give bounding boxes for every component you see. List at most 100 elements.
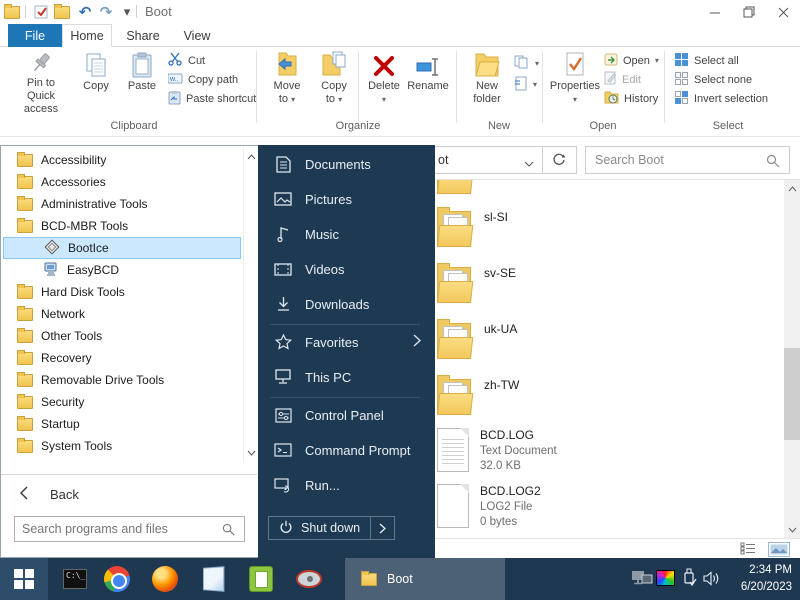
move-to-button[interactable]: Move to ▾ — [264, 50, 310, 116]
restore-button[interactable] — [732, 0, 766, 24]
programs-scrollbar[interactable] — [243, 148, 257, 461]
search-input[interactable] — [595, 151, 755, 169]
paste-shortcut-icon — [168, 90, 181, 108]
redo-icon[interactable]: ↷ — [97, 3, 115, 21]
file-item[interactable]: BCD.LOG Text Document 32.0 KB — [437, 428, 557, 472]
start-program-network[interactable]: Network — [3, 303, 241, 325]
address-dropdown-icon[interactable] — [524, 155, 534, 173]
properties-button[interactable]: Properties ▾ — [548, 50, 602, 116]
search-icon[interactable] — [766, 154, 780, 173]
start-place-run[interactable]: Run... — [258, 468, 435, 502]
qat-customize-icon[interactable]: ▾ — [118, 3, 136, 21]
copy-button[interactable]: Copy — [74, 50, 118, 116]
cut-button[interactable]: Cut — [168, 52, 205, 69]
tray-usb-eject-icon[interactable] — [682, 568, 697, 593]
qat-properties-icon[interactable] — [32, 3, 50, 21]
start-place-documents[interactable]: Documents — [258, 147, 435, 181]
start-place-downloads[interactable]: Downloads — [258, 287, 435, 321]
shutdown-options-chevron-icon[interactable] — [370, 517, 394, 539]
start-program-other-tools[interactable]: Other Tools — [3, 325, 241, 347]
rename-button[interactable]: Rename — [404, 50, 452, 116]
start-place-control-panel[interactable]: Control Panel — [258, 398, 435, 432]
explorer-window-icon[interactable] — [3, 3, 21, 21]
scroll-down-icon[interactable] — [784, 521, 800, 538]
tab-home[interactable]: Home — [62, 24, 112, 47]
select-none-button[interactable]: Select none — [674, 71, 752, 88]
shutdown-button[interactable]: Shut down — [268, 516, 396, 540]
start-program-administrative-tools[interactable]: Administrative Tools — [3, 193, 241, 215]
file-item[interactable]: uk-UA — [437, 317, 517, 365]
dropdown-icon: ▾ — [381, 95, 386, 104]
start-program-startup[interactable]: Startup — [3, 413, 241, 435]
folder-icon — [437, 180, 474, 200]
copy-path-button[interactable]: w.. Copy path — [167, 71, 238, 88]
tray-volume-icon[interactable] — [703, 571, 721, 591]
new-folder-button[interactable]: New folder — [462, 50, 512, 116]
file-item-partial[interactable] — [437, 180, 474, 200]
tab-file[interactable]: File — [8, 24, 62, 47]
start-program-accessories[interactable]: Accessories — [3, 171, 241, 193]
taskbar-firefox-icon[interactable] — [151, 565, 179, 593]
start-place-command-prompt[interactable]: Command Prompt — [258, 433, 435, 467]
tray-display-color-icon[interactable] — [656, 570, 675, 586]
taskbar-command-prompt-icon[interactable]: C:\_ — [61, 565, 89, 593]
file-item[interactable]: sl-SI — [437, 205, 508, 253]
start-place-pictures[interactable]: Pictures — [258, 182, 435, 216]
file-list-scrollbar[interactable] — [784, 180, 800, 538]
tray-network-icon[interactable] — [631, 570, 653, 592]
start-place-this-pc[interactable]: This PC — [258, 360, 435, 394]
close-button[interactable] — [766, 0, 800, 24]
taskbar-active-window-boot[interactable]: Boot — [345, 558, 505, 600]
start-program-recovery[interactable]: Recovery — [3, 347, 241, 369]
shutdown-label: Shut down — [301, 521, 361, 535]
paste-button[interactable]: Paste — [120, 50, 164, 116]
search-icon[interactable] — [222, 523, 235, 541]
scroll-down-icon[interactable] — [244, 444, 258, 461]
taskbar-notepad-icon[interactable] — [199, 565, 227, 593]
taskbar-notepad-plus-plus-icon[interactable] — [247, 565, 275, 593]
start-program-removable-drive-tools[interactable]: Removable Drive Tools — [3, 369, 241, 391]
invert-selection-button[interactable]: Invert selection — [674, 90, 768, 107]
tab-share[interactable]: Share — [116, 24, 170, 47]
start-program-system-tools[interactable]: System Tools — [3, 435, 241, 457]
start-button[interactable] — [0, 558, 48, 600]
select-all-button[interactable]: Select all — [674, 52, 739, 69]
paste-shortcut-button[interactable]: Paste shortcut — [168, 90, 256, 107]
taskbar-disk-partition-tool-icon[interactable] — [295, 565, 323, 593]
easy-access-button[interactable]: ▾ — [514, 76, 537, 93]
open-button[interactable]: Open ▾ — [604, 52, 659, 69]
edit-button[interactable]: Edit — [604, 71, 641, 88]
scroll-up-icon[interactable] — [244, 148, 258, 165]
tab-view[interactable]: View — [172, 24, 222, 47]
delete-button[interactable]: Delete ▾ — [362, 50, 406, 116]
pin-to-quick-access-button[interactable]: Pin to Quick access — [12, 50, 70, 116]
start-program-bcd-mbr-tools[interactable]: BCD-MBR Tools — [3, 215, 241, 237]
start-program-bootice-selected[interactable]: BootIce — [3, 237, 241, 259]
file-item[interactable]: sv-SE — [437, 261, 516, 309]
history-button[interactable]: History — [604, 90, 658, 107]
file-item[interactable]: zh-TW — [437, 373, 519, 421]
start-place-music[interactable]: Music — [258, 217, 435, 251]
start-program-hard-disk-tools[interactable]: Hard Disk Tools — [3, 281, 241, 303]
taskbar-chrome-icon[interactable] — [103, 565, 131, 593]
minimize-button[interactable] — [698, 0, 732, 24]
refresh-button[interactable] — [542, 146, 577, 174]
new-item-button[interactable]: ▾ — [514, 55, 539, 72]
group-label-new: New — [487, 120, 510, 132]
copy-to-button[interactable]: Copy to ▾ — [312, 50, 356, 116]
start-place-favorites[interactable]: Favorites — [258, 325, 435, 359]
start-program-accessibility[interactable]: Accessibility — [3, 149, 241, 171]
refresh-icon — [553, 153, 566, 165]
start-program-easybcd[interactable]: EasyBCD — [3, 259, 241, 281]
folder-icon — [17, 151, 33, 167]
taskbar-clock[interactable]: 2:34 PM 6/20/2023 — [741, 562, 792, 596]
start-program-security[interactable]: Security — [3, 391, 241, 413]
undo-icon[interactable]: ↶ — [76, 3, 94, 21]
start-search-input[interactable] — [22, 520, 212, 538]
start-place-videos[interactable]: Videos — [258, 252, 435, 286]
qat-new-folder-icon[interactable] — [53, 3, 71, 21]
scroll-up-icon[interactable] — [784, 180, 800, 197]
file-item[interactable]: BCD.LOG2 LOG2 File 0 bytes — [437, 484, 541, 528]
scrollbar-thumb[interactable] — [784, 348, 800, 440]
back-button[interactable]: Back — [1, 479, 257, 509]
